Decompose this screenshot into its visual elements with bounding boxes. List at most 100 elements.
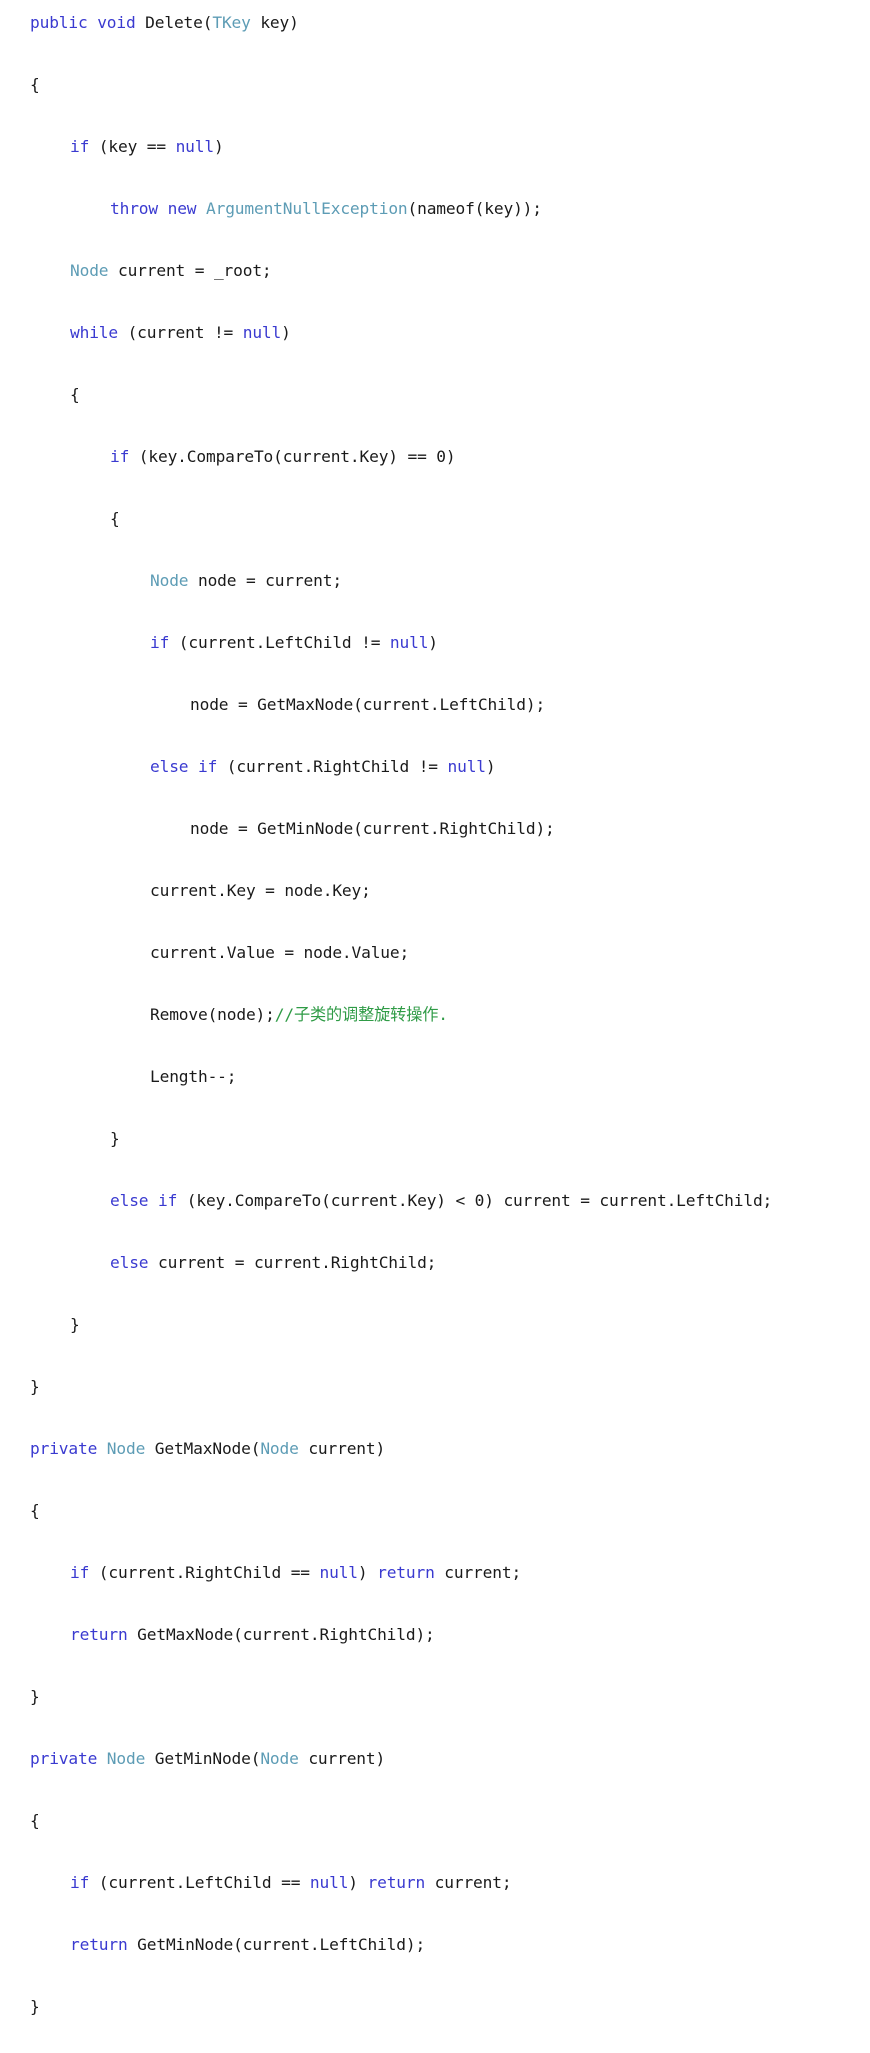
code-token-plain: GetMinNode(current.LeftChild); <box>127 1935 426 1954</box>
code-token-plain: GetMinNode( <box>145 1749 261 1768</box>
code-token-kw: else <box>110 1253 149 1272</box>
code-token-plain: (current.RightChild != <box>217 757 448 776</box>
code-token-plain: { <box>70 385 80 404</box>
code-line: { <box>30 1495 772 1526</box>
code-line: if (current.RightChild == null) return c… <box>30 1557 772 1588</box>
code-token-kw: public <box>30 13 88 32</box>
code-line: if (current.LeftChild == null) return cu… <box>30 1867 772 1898</box>
code-line: if (key == null) <box>30 131 772 162</box>
code-token-kw: void <box>97 13 136 32</box>
code-token-plain: current) <box>298 1439 386 1458</box>
code-token-kw: null <box>447 757 487 776</box>
code-line: if (current.LeftChild != null) <box>30 627 772 658</box>
code-token-plain: { <box>30 1501 40 1520</box>
code-viewer: public void Delete(TKey key) { if (key =… <box>0 0 870 2016</box>
code-line: private Node GetMinNode(Node current) <box>30 1743 772 1774</box>
code-line: while (current != null) <box>30 317 772 348</box>
code-token-type: Node <box>260 1749 299 1768</box>
code-token-kw: while <box>70 323 118 342</box>
code-line: current.Key = node.Key; <box>30 875 772 906</box>
code-line: Node current = _root; <box>30 255 772 286</box>
code-token-plain: (current.LeftChild != <box>169 633 390 652</box>
code-token-kw: null <box>389 633 429 652</box>
code-line: current.Value = node.Value; <box>30 937 772 968</box>
code-line: return GetMaxNode(current.RightChild); <box>30 1619 772 1650</box>
code-token-plain: } <box>70 1315 80 1334</box>
code-token-kw: return <box>70 1625 128 1644</box>
code-token-plain: (nameof(key)); <box>407 199 542 218</box>
code-token-plain: { <box>30 75 40 94</box>
code-token-kw: if <box>198 757 218 776</box>
code-token-plain: ) <box>428 633 438 652</box>
code-line: private Node GetMaxNode(Node current) <box>30 1433 772 1464</box>
code-token-plain: ) <box>213 137 224 156</box>
code-token-kw: else <box>110 1191 149 1210</box>
code-token-kw: null <box>175 137 215 156</box>
code-token-plain: (key.CompareTo(current.Key) < 0) current… <box>177 1191 773 1210</box>
code-token-type: TKey <box>212 13 251 32</box>
code-line: } <box>30 1681 772 1712</box>
code-token-kw: if <box>70 1873 90 1892</box>
code-line: if (key.CompareTo(current.Key) == 0) <box>30 441 772 472</box>
code-line: Length--; <box>30 1061 772 1092</box>
code-line: Node node = current; <box>30 565 772 596</box>
code-line: { <box>30 1805 772 1836</box>
code-line: } <box>30 1371 772 1402</box>
code-line: node = GetMaxNode(current.LeftChild); <box>30 689 772 720</box>
code-token-kw: if <box>70 137 90 156</box>
code-token-plain: GetMaxNode(current.RightChild); <box>127 1625 435 1644</box>
code-line: } <box>30 1991 772 2022</box>
code-line: Remove(node);//子类的调整旋转操作. <box>30 999 772 1030</box>
code-token-plain: node = GetMaxNode(current.LeftChild); <box>190 695 546 714</box>
code-token-plain: node = current; <box>188 571 342 590</box>
code-token-plain: Remove(node); <box>150 1005 275 1024</box>
code-token-plain: } <box>30 1687 40 1706</box>
code-token-plain: Delete( <box>135 13 213 32</box>
code-token-plain: ) <box>357 1563 378 1582</box>
code-token-cmt: //子类的调整旋转操作. <box>274 1005 448 1024</box>
code-line: else if (current.RightChild != null) <box>30 751 772 782</box>
code-line: { <box>30 379 772 410</box>
code-line: { <box>30 503 772 534</box>
code-token-plain: ) <box>348 1873 368 1892</box>
code-token-kw: if <box>150 633 170 652</box>
code-token-plain: { <box>110 509 120 528</box>
code-token-kw: null <box>309 1873 349 1892</box>
code-token-plain: current = current.RightChild; <box>148 1253 437 1272</box>
code-token-kw: if <box>110 447 130 466</box>
code-line: { <box>30 69 772 100</box>
code-token-kw: if <box>158 1191 178 1210</box>
code-block[interactable]: public void Delete(TKey key) { if (key =… <box>30 7 772 2053</box>
code-token-plain: current; <box>425 1873 512 1892</box>
code-line: return GetMinNode(current.LeftChild); <box>30 1929 772 1960</box>
code-token-plain: Length--; <box>150 1067 237 1086</box>
code-token-kw: new <box>167 199 197 218</box>
code-token-kw: private <box>30 1439 98 1458</box>
code-token-plain: key) <box>250 13 299 32</box>
code-token-plain: { <box>30 1811 40 1830</box>
code-token-type: Node <box>260 1439 299 1458</box>
code-token-plain: current.Value = node.Value; <box>150 943 410 962</box>
code-line: } <box>30 1123 772 1154</box>
code-token-type: Node <box>106 1749 146 1768</box>
code-token-plain: (current.RightChild == <box>89 1563 320 1582</box>
code-token-plain: (key.CompareTo(current.Key) == 0) <box>129 447 456 466</box>
code-token-kw: throw <box>110 199 158 218</box>
code-line: else if (key.CompareTo(current.Key) < 0)… <box>30 1185 772 1216</box>
code-line: public void Delete(TKey key) <box>30 7 772 38</box>
code-token-kw: return <box>377 1563 435 1582</box>
code-token-plain: ) <box>281 323 291 342</box>
code-token-plain: current) <box>298 1749 386 1768</box>
code-line: node = GetMinNode(current.RightChild); <box>30 813 772 844</box>
code-token-kw: private <box>30 1749 98 1768</box>
code-token-type: ArgumentNullException <box>206 199 408 218</box>
code-token-plain: ) <box>485 757 496 776</box>
code-token-plain: current.Key = node.Key; <box>150 881 371 900</box>
